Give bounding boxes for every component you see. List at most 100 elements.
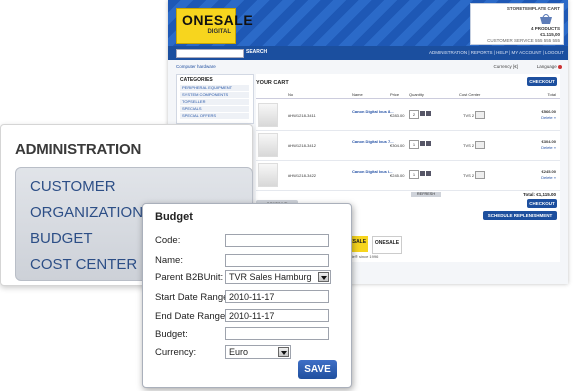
- mini-cart-total: €1.115,00: [540, 32, 560, 37]
- logo-text: ONESALE: [182, 12, 254, 28]
- checkout-button[interactable]: CHECKOUT: [527, 77, 557, 86]
- product-name[interactable]: Canon Digital Ixus i...: [352, 169, 392, 174]
- partner-logo[interactable]: ONESALE: [372, 236, 402, 254]
- category-item[interactable]: SPECIAL OFFERS: [180, 113, 249, 120]
- currency-selector[interactable]: Currency [€]: [493, 64, 518, 69]
- product-price: €304.00: [390, 143, 405, 148]
- budget-label: Budget:: [155, 329, 188, 340]
- row-total: €566.00: [541, 109, 556, 114]
- cart-grand-total: Total: €1,115.00: [523, 192, 556, 197]
- quantity-increase-button[interactable]: [426, 141, 431, 146]
- mini-cart[interactable]: STORETEMPLATE CART 4 PRODUCTS €1.115,00 …: [470, 3, 564, 45]
- parent-b2bunit-select[interactable]: TVR Sales Hamburg: [225, 270, 331, 284]
- name-label: Name:: [155, 255, 183, 266]
- nav-bar: SEARCH ADMINISTRATION | REPORTS | HELP |…: [168, 46, 568, 60]
- delete-link[interactable]: Delete »: [541, 115, 556, 120]
- cost-center-value: TVS 2: [463, 113, 475, 118]
- categories-title: CATEGORIES: [180, 77, 213, 83]
- mini-cart-title: STORETEMPLATE CART: [506, 6, 560, 11]
- product-thumbnail[interactable]: [258, 133, 278, 157]
- quantity-decrease-button[interactable]: [420, 171, 425, 176]
- cost-center-dropdown[interactable]: [475, 141, 485, 149]
- language-selector[interactable]: Language: [537, 64, 562, 69]
- shopping-bag-icon: [540, 14, 552, 24]
- mini-cart-products: 4 PRODUCTS: [530, 26, 560, 31]
- menu-item-cost-center[interactable]: COST CENTER: [30, 256, 137, 273]
- store-logo[interactable]: ONESALE DIGITAL: [176, 8, 253, 44]
- category-item[interactable]: TOPSELLER: [180, 99, 249, 106]
- product-thumbnail[interactable]: [258, 103, 278, 127]
- end-date-label: End Date Range:: [155, 311, 228, 322]
- menu-item-customer[interactable]: CUSTOMER: [30, 178, 116, 195]
- category-list: PERIPHERAL EQUIPMENT SYSTEM COMPONENTS T…: [180, 85, 249, 120]
- breadcrumb-bar: Computer hardware Currency [€] Language: [168, 62, 568, 71]
- start-date-field[interactable]: [225, 290, 329, 303]
- product-thumbnail[interactable]: [258, 163, 278, 187]
- quantity-decrease-button[interactable]: [420, 141, 425, 146]
- logo-subtext: DIGITAL: [207, 29, 231, 35]
- quantity-increase-button[interactable]: [426, 171, 431, 176]
- top-links[interactable]: ADMINISTRATION | REPORTS | HELP | MY ACC…: [429, 50, 564, 55]
- categories-box: CATEGORIES PERIPHERAL EQUIPMENT SYSTEM C…: [176, 74, 254, 124]
- quantity-decrease-button[interactable]: [420, 111, 425, 116]
- product-name[interactable]: Canon Digital Ixus 8...: [352, 109, 394, 114]
- cart-table-header: No Name Price Quantity Cost Center Total: [256, 91, 560, 99]
- product-price: €245.00: [390, 173, 405, 178]
- flag-icon: [558, 64, 562, 69]
- save-button[interactable]: SAVE: [298, 360, 337, 379]
- category-item[interactable]: PERIPHERAL EQUIPMENT: [180, 85, 249, 92]
- currency-select[interactable]: Euro: [225, 345, 291, 359]
- column-header: No: [288, 92, 294, 97]
- parent-b2bunit-value: TVR Sales Hamburg: [229, 272, 312, 282]
- delete-link[interactable]: Delete »: [541, 175, 556, 180]
- cost-center-dropdown[interactable]: [475, 111, 485, 119]
- product-number: #HW1218-3411: [288, 113, 316, 118]
- product-price: €283.00: [390, 113, 405, 118]
- column-header: Name: [352, 92, 363, 97]
- quantity-input[interactable]: 2: [409, 110, 419, 119]
- cost-center-value: TVS 2: [463, 143, 475, 148]
- column-header: Quantity: [409, 92, 424, 97]
- name-field[interactable]: [225, 254, 329, 267]
- table-row: #HW1218-3422 Canon Digital Ixus i... €24…: [256, 160, 560, 191]
- quantity-input[interactable]: 1: [409, 140, 419, 149]
- search-button[interactable]: SEARCH: [246, 49, 267, 55]
- column-header: Price: [390, 92, 400, 97]
- schedule-replenishment-button[interactable]: SCHEDULE REPLENISHMENT: [483, 211, 557, 220]
- product-name[interactable]: Canon Digital Ixus 7...: [352, 139, 394, 144]
- delete-link[interactable]: Delete »: [541, 145, 556, 150]
- end-date-field[interactable]: [225, 309, 329, 322]
- product-number: #HW1218-3422: [288, 173, 317, 178]
- cart-title: YOUR CART: [256, 80, 289, 86]
- search-input[interactable]: [176, 49, 244, 58]
- refresh-button[interactable]: REFRESH: [411, 192, 441, 197]
- currency-label: Currency:: [155, 347, 197, 358]
- product-number: #HW1218-3412: [288, 143, 317, 148]
- dialog-title: Budget: [155, 211, 193, 223]
- dropdown-arrow-icon[interactable]: [278, 347, 289, 357]
- quantity-increase-button[interactable]: [426, 111, 431, 116]
- menu-item-budget[interactable]: BUDGET: [30, 230, 93, 247]
- language-label: Language: [536, 64, 557, 69]
- budget-field[interactable]: [225, 327, 329, 340]
- store-header: ONESALE DIGITAL STORETEMPLATE CART 4 PRO…: [168, 0, 568, 46]
- parent-b2bunit-label: Parent B2BUnit:: [155, 272, 224, 283]
- column-header: Total: [547, 92, 556, 97]
- menu-item-organization[interactable]: ORGANIZATION: [30, 204, 143, 221]
- breadcrumb[interactable]: Computer hardware: [176, 64, 216, 69]
- column-header: Cost Center: [459, 92, 481, 97]
- administration-title: ADMINISTRATION: [15, 141, 142, 158]
- code-field[interactable]: [225, 234, 329, 247]
- quantity-input[interactable]: 1: [409, 170, 419, 179]
- checkout-button-bottom[interactable]: CHECKOUT: [527, 199, 557, 208]
- currency-value: Euro: [229, 347, 249, 357]
- start-date-label: Start Date Range:: [155, 292, 232, 303]
- category-item[interactable]: SPECIALS: [180, 106, 249, 113]
- dropdown-arrow-icon[interactable]: [318, 272, 329, 282]
- table-row: #HW1218-3411 Canon Digital Ixus 8... €28…: [256, 100, 560, 131]
- cost-center-dropdown[interactable]: [475, 171, 485, 179]
- category-item[interactable]: SYSTEM COMPONENTS: [180, 92, 249, 99]
- code-label: Code:: [155, 235, 181, 246]
- customer-service: CUSTOMER SERVICE 555 555 555: [487, 38, 560, 43]
- budget-dialog: Budget Code: Name: Parent B2BUnit: TVR S…: [142, 203, 352, 388]
